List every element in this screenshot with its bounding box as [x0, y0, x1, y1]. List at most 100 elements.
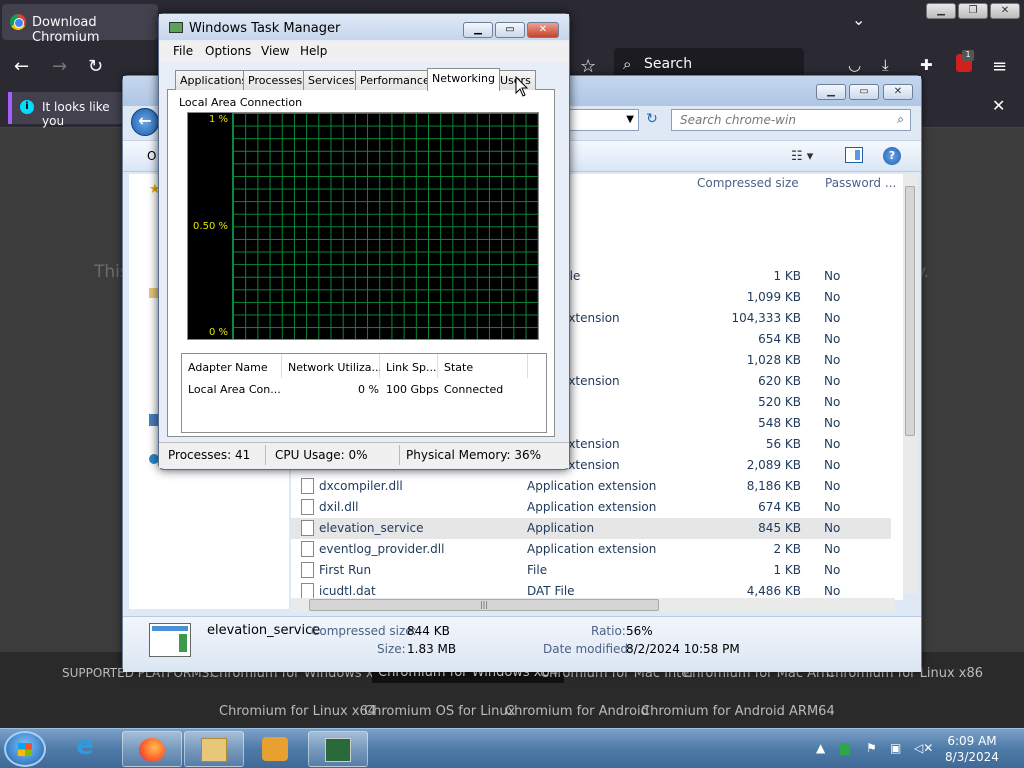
back-arrow-icon[interactable]: ←: [14, 56, 29, 77]
file-size-cell: 1,099 KB: [746, 290, 801, 304]
preview-pane-icon[interactable]: [845, 147, 863, 163]
details-pane: elevation_service Compressed size: 844 K…: [123, 616, 921, 672]
application-file-icon: [149, 623, 191, 657]
file-type-cell: File: [527, 563, 548, 577]
col-adapter-name[interactable]: Adapter Name: [182, 354, 282, 378]
column-header-compressed-size[interactable]: Compressed size: [697, 176, 799, 190]
file-pw-cell: No: [824, 332, 841, 346]
taskbar-firefox[interactable]: [122, 731, 182, 767]
reload-icon[interactable]: ↻: [88, 56, 103, 77]
notification-close-icon[interactable]: ✕: [992, 96, 1005, 115]
tab-services[interactable]: Services: [303, 70, 360, 90]
table-row[interactable]: dxil.dll Application extension 674 KB No: [291, 497, 891, 518]
file-pw-cell: No: [824, 542, 841, 556]
help-icon[interactable]: ?: [883, 147, 901, 165]
downloads-icon[interactable]: ⤓: [882, 56, 889, 74]
task-manager-icon: [325, 738, 351, 762]
horizontal-scroll-thumb[interactable]: |||: [309, 599, 659, 611]
volume-muted-icon[interactable]: ◁✕: [914, 741, 933, 755]
footer-link[interactable]: Chromium for Linux x64: [219, 704, 376, 719]
file-size-cell: 4,486 KB: [746, 584, 801, 598]
details-modified-label: Date modified:: [543, 642, 633, 656]
tray-green-icon[interactable]: [840, 743, 850, 755]
menu-view[interactable]: View: [261, 44, 289, 58]
file-pw-cell: No: [824, 584, 841, 598]
browser-restore-button[interactable]: ❐: [958, 3, 988, 19]
explorer-maximize-button[interactable]: ▭: [849, 84, 879, 100]
tab-networking[interactable]: Networking: [427, 68, 500, 91]
col-state[interactable]: State: [438, 354, 528, 378]
clock-time: 6:09 AM: [947, 734, 997, 748]
organize-menu[interactable]: O: [147, 149, 156, 163]
tm-minimize-button[interactable]: ▁: [463, 22, 493, 38]
hamburger-menu-icon[interactable]: ≡: [992, 56, 1007, 77]
file-pw-cell: No: [824, 437, 841, 451]
notification-text: It looks like you: [42, 100, 110, 128]
file-type-cell: DAT File: [527, 584, 575, 598]
link-speed-cell: 100 Gbps: [386, 383, 439, 396]
extensions-icon[interactable]: ✚: [920, 56, 933, 74]
bookmark-star-icon[interactable]: ☆: [580, 56, 596, 77]
footer-link[interactable]: Chromium for Android: [505, 704, 649, 719]
horizontal-scrollbar[interactable]: |||: [291, 598, 895, 612]
file-pw-cell: No: [824, 416, 841, 430]
network-tray-icon[interactable]: ▣: [890, 741, 901, 755]
taskbar-task-manager[interactable]: [308, 731, 368, 767]
address-dropdown[interactable]: ▼: [563, 109, 639, 131]
clock-date: 8/3/2024: [945, 750, 999, 764]
browser-tab[interactable]: Download Chromium: [2, 4, 158, 45]
file-icon: [301, 562, 314, 578]
action-center-flag-icon[interactable]: ⚑: [866, 741, 877, 755]
tm-tabs: Applications Processes Services Performa…: [169, 68, 549, 91]
chromium-icon: [10, 14, 26, 30]
change-view-icon[interactable]: ☷ ▾: [791, 149, 813, 164]
taskbar-explorer[interactable]: [184, 731, 244, 767]
forward-arrow-icon[interactable]: →: [52, 56, 67, 77]
clock[interactable]: 6:09 AM 8/3/2024: [942, 733, 1002, 765]
status-cpu: CPU Usage: 0%: [275, 448, 368, 462]
refresh-icon[interactable]: ↻: [641, 109, 663, 131]
table-row[interactable]: eventlog_provider.dll Application extensi…: [291, 539, 891, 560]
taskbar-ie[interactable]: e: [60, 731, 120, 767]
tm-maximize-button[interactable]: ▭: [495, 22, 525, 38]
tab-list-chevron-icon[interactable]: ⌄: [852, 10, 865, 29]
tab-performance[interactable]: Performance: [355, 70, 435, 90]
file-size-cell: 1,028 KB: [746, 353, 801, 367]
menu-options[interactable]: Options: [205, 44, 251, 58]
tab-applications[interactable]: Applications: [175, 70, 253, 90]
table-row[interactable]: First Run File 1 KB No: [291, 560, 891, 581]
file-icon: [301, 520, 314, 536]
browser-minimize-button[interactable]: ▁: [926, 3, 956, 19]
file-pw-cell: No: [824, 458, 841, 472]
footer-link[interactable]: Chromium for Android ARM64: [641, 704, 835, 719]
tm-close-button[interactable]: ✕: [527, 22, 559, 38]
taskbar-media-player[interactable]: [246, 731, 306, 767]
file-name-cell: First Run: [319, 563, 372, 577]
footer-link[interactable]: Chromium OS for Linux: [364, 704, 515, 719]
vertical-scroll-thumb[interactable]: [905, 186, 915, 436]
col-network-utilization[interactable]: Network Utiliza...: [282, 354, 382, 378]
adapter-name-cell[interactable]: Local Area Con...: [188, 383, 281, 396]
start-button[interactable]: [4, 731, 46, 767]
file-type-cell: Application: [527, 521, 595, 535]
vertical-scrollbar[interactable]: [903, 174, 917, 594]
menu-help[interactable]: Help: [300, 44, 327, 58]
explorer-close-button[interactable]: ✕: [883, 84, 913, 100]
state-cell: Connected: [444, 383, 504, 396]
explorer-minimize-button[interactable]: ▁: [816, 84, 846, 100]
menu-file[interactable]: File: [173, 44, 193, 58]
browser-close-button[interactable]: ✕: [990, 3, 1020, 19]
explorer-back-button[interactable]: ←: [131, 108, 159, 136]
show-hidden-icons[interactable]: ▲: [816, 741, 825, 755]
status-processes: Processes: 41: [168, 448, 251, 462]
table-row[interactable]: elevation_service Application 845 KB No: [291, 518, 891, 539]
col-link-speed[interactable]: Link Sp...: [380, 354, 438, 378]
tab-processes[interactable]: Processes: [243, 70, 308, 90]
column-header-password[interactable]: Password ...: [825, 176, 896, 190]
table-row[interactable]: dxcompiler.dll Application extension 8,186…: [291, 476, 891, 497]
file-pw-cell: No: [824, 563, 841, 577]
file-name-cell: dxil.dll: [319, 500, 359, 514]
status-memory: Physical Memory: 36%: [406, 448, 542, 462]
pocket-icon[interactable]: ◡: [848, 56, 861, 74]
explorer-search-input[interactable]: Search chrome-win ⌕: [671, 109, 911, 131]
